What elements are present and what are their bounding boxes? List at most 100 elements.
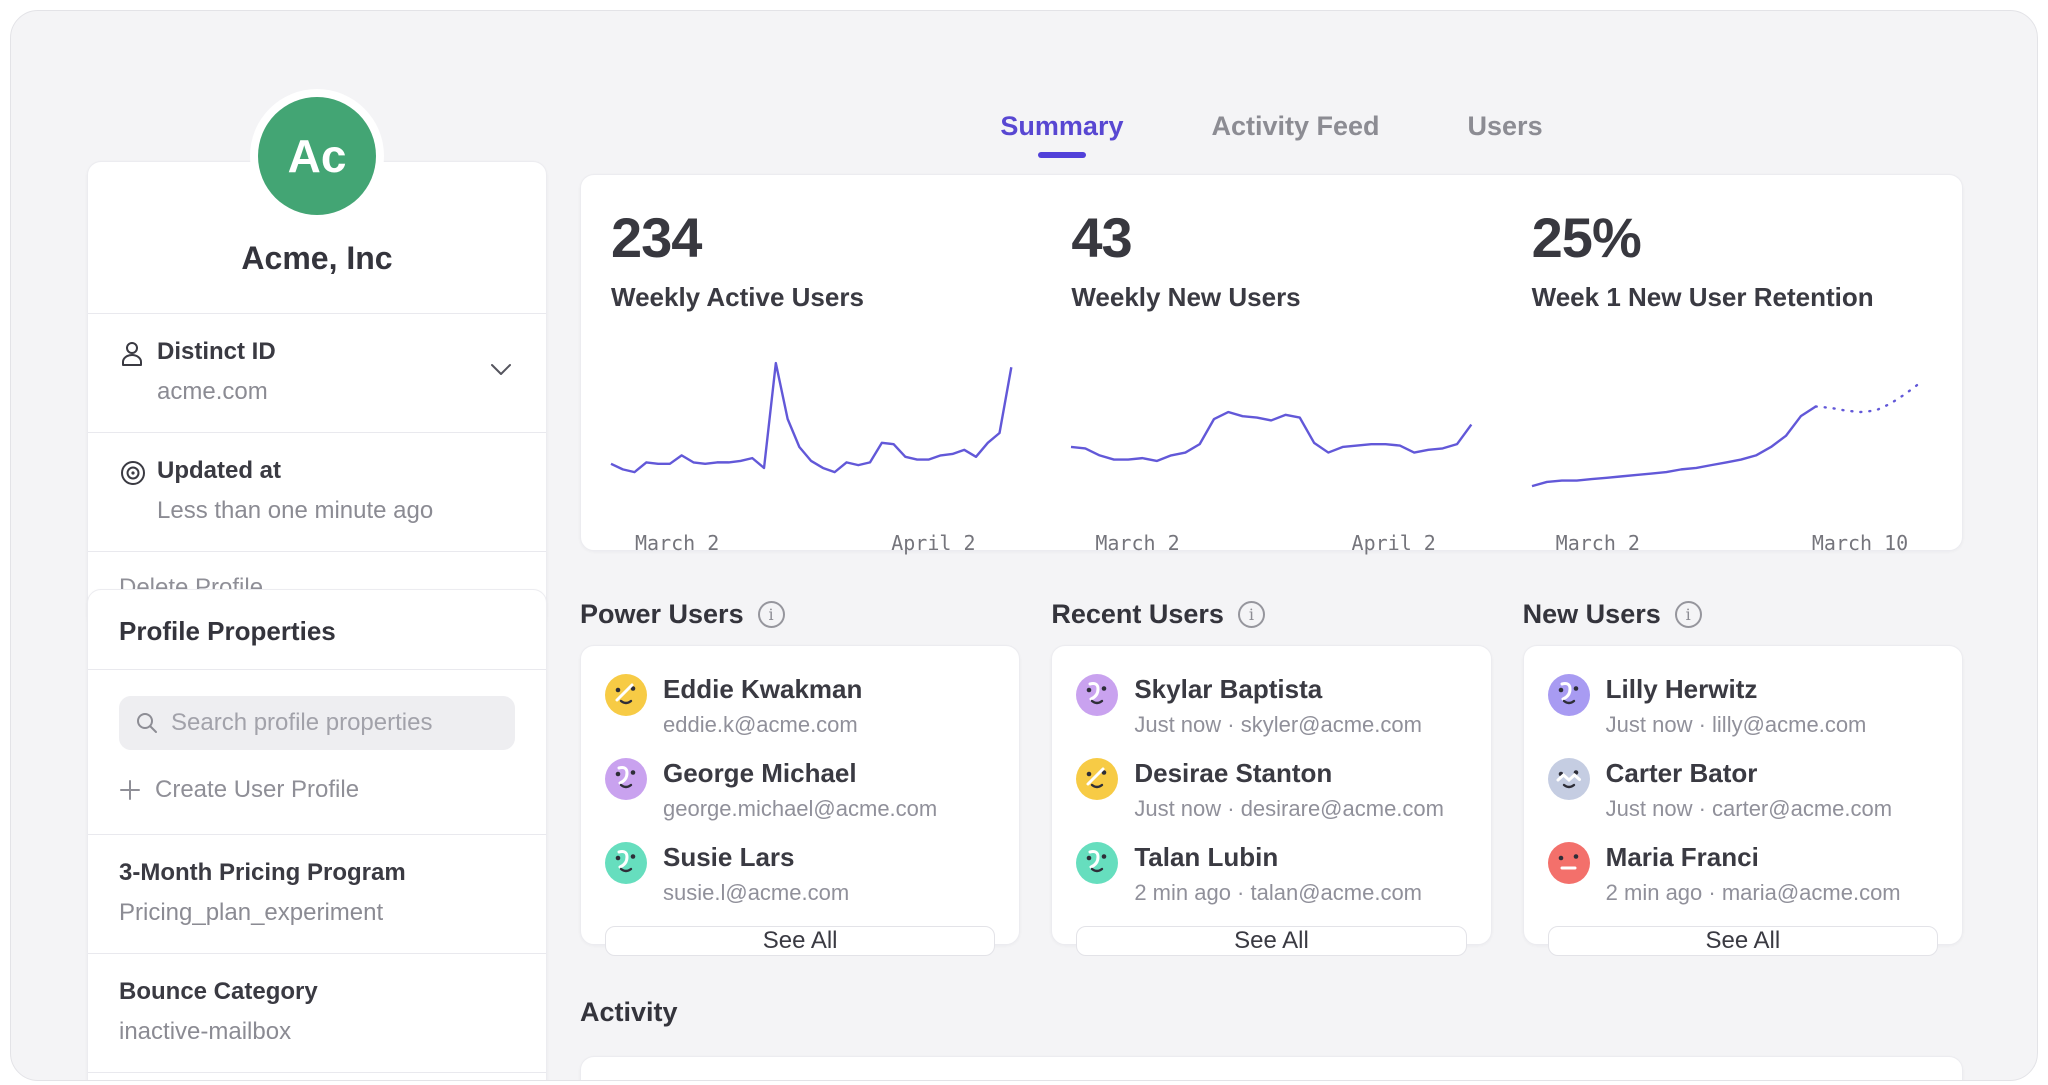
x-axis: March 2 April 2: [611, 531, 1011, 555]
user-name: Desirae Stanton: [1134, 758, 1444, 789]
info-icon[interactable]: i: [1238, 601, 1265, 628]
user-row[interactable]: Skylar Baptista Just now · skyler@acme.c…: [1076, 674, 1466, 738]
search-profile-properties[interactable]: [119, 696, 515, 750]
property-name: Bounce Category: [119, 978, 515, 1006]
user-avatar: [605, 674, 647, 716]
updated-at-label: Updated at: [157, 457, 518, 485]
x-axis: March 2 April 2: [1071, 531, 1471, 555]
distinct-id-row: Distinct ID acme.com: [88, 314, 546, 432]
search-icon: [135, 711, 159, 735]
distinct-id-value: acme.com: [157, 378, 484, 406]
tab-bar: Summary Activity Feed Users: [580, 111, 1963, 156]
stat-week1-retention: 25% Week 1 New User Retention March 2 Ma…: [1502, 175, 1962, 555]
user-row[interactable]: Lilly Herwitz Just now · lilly@acme.com: [1548, 674, 1938, 738]
info-icon[interactable]: i: [758, 601, 785, 628]
company-avatar-initials: Ac: [258, 97, 376, 215]
app-panel: Ac Acme, Inc Distinct ID acme.com: [10, 10, 2038, 1081]
create-user-profile-button[interactable]: Create User Profile: [119, 776, 515, 804]
line-chart: [1071, 357, 1471, 509]
user-avatar: [605, 758, 647, 800]
chevron-down-icon[interactable]: [484, 357, 518, 387]
user-avatar: [1076, 842, 1118, 884]
user-name: Susie Lars: [663, 842, 849, 873]
user-avatar: [1076, 758, 1118, 800]
user-row[interactable]: Maria Franci 2 min ago · maria@acme.com: [1548, 842, 1938, 906]
user-row[interactable]: Carter Bator Just now · carter@acme.com: [1548, 758, 1938, 822]
stat-label: Weekly New Users: [1071, 282, 1471, 313]
user-avatar: [1548, 758, 1590, 800]
tab-users[interactable]: Users: [1468, 111, 1543, 156]
x-axis: March 2 March 10: [1532, 531, 1932, 555]
user-subtext: Just now · lilly@acme.com: [1606, 712, 1867, 738]
profile-card: Acme, Inc Distinct ID acme.com: [87, 161, 547, 629]
stat-label: Weekly Active Users: [611, 282, 1011, 313]
user-name: George Michael: [663, 758, 937, 789]
main-content: Summary Activity Feed Users 234 Weekly A…: [580, 11, 1963, 1081]
activity-stat: 3.4k: [1532, 1073, 1932, 1081]
user-subtext: eddie.k@acme.com: [663, 712, 862, 738]
line-chart: [1532, 357, 1932, 509]
stat-value: 234: [611, 205, 1011, 270]
property-value: inactive-mailbox: [119, 1018, 515, 1046]
company-avatar: Ac: [250, 89, 384, 223]
distinct-id-label: Distinct ID: [157, 338, 484, 366]
user-subtext: 2 min ago · talan@acme.com: [1134, 880, 1422, 906]
user-subtext: 2 min ago · maria@acme.com: [1606, 880, 1901, 906]
updated-at-row: Updated at Less than one minute ago: [88, 433, 546, 551]
activity-section-title: Activity: [580, 997, 1963, 1028]
user-name: Maria Franci: [1606, 842, 1901, 873]
search-input[interactable]: [171, 709, 499, 737]
user-row[interactable]: Desirae Stanton Just now · desirare@acme…: [1076, 758, 1466, 822]
user-row[interactable]: Eddie Kwakman eddie.k@acme.com: [605, 674, 995, 738]
user-row[interactable]: Susie Lars susie.l@acme.com: [605, 842, 995, 906]
activity-card: 234 240 3.4k: [580, 1056, 1963, 1081]
x-tick: March 2: [1095, 531, 1179, 555]
user-subtext: Just now · carter@acme.com: [1606, 796, 1892, 822]
recent-users-card: Skylar Baptista Just now · skyler@acme.c…: [1051, 645, 1491, 945]
eye-icon: [119, 457, 157, 525]
property-row: 3-Month Pricing Program Pricing_plan_exp…: [88, 835, 546, 953]
user-name: Skylar Baptista: [1134, 674, 1422, 705]
user-avatar: [1548, 842, 1590, 884]
line-chart: [611, 357, 1011, 509]
user-name: Carter Bator: [1606, 758, 1892, 789]
x-tick: April 2: [1352, 531, 1436, 555]
info-icon[interactable]: i: [1675, 601, 1702, 628]
stat-value: 25%: [1532, 205, 1932, 270]
activity-stat: 240: [1071, 1073, 1471, 1081]
user-row[interactable]: Talan Lubin 2 min ago · talan@acme.com: [1076, 842, 1466, 906]
power-users-card: Eddie Kwakman eddie.k@acme.com George Mi…: [580, 645, 1020, 945]
tab-activity-feed[interactable]: Activity Feed: [1211, 111, 1379, 156]
user-subtext: Just now · desirare@acme.com: [1134, 796, 1444, 822]
user-avatar: [605, 842, 647, 884]
property-row: Bounce Category inactive-mailbox: [88, 954, 546, 1072]
stat-weekly-active-users: 234 Weekly Active Users March 2 April 2: [581, 175, 1041, 555]
stat-value: 43: [1071, 205, 1471, 270]
user-avatar: [1548, 674, 1590, 716]
activity-stat: 234: [611, 1073, 1011, 1081]
see-all-button[interactable]: See All: [1548, 926, 1938, 956]
user-name: Eddie Kwakman: [663, 674, 862, 705]
property-row: Browser Chrome: [88, 1073, 546, 1081]
see-all-button[interactable]: See All: [605, 926, 995, 956]
new-users-card: Lilly Herwitz Just now · lilly@acme.com …: [1523, 645, 1963, 945]
user-avatar: [1076, 674, 1118, 716]
updated-at-value: Less than one minute ago: [157, 497, 518, 525]
user-row[interactable]: George Michael george.michael@acme.com: [605, 758, 995, 822]
user-subtext: george.michael@acme.com: [663, 796, 937, 822]
user-subtext: susie.l@acme.com: [663, 880, 849, 906]
x-tick: March 2: [635, 531, 719, 555]
section-power-users: Power Users i Eddie Kwakman eddie.k@acme…: [580, 597, 1020, 945]
stat-weekly-new-users: 43 Weekly New Users March 2 April 2: [1041, 175, 1501, 555]
see-all-button[interactable]: See All: [1076, 926, 1466, 956]
section-title: New Users: [1523, 599, 1661, 630]
tab-summary[interactable]: Summary: [1000, 111, 1123, 156]
user-name: Talan Lubin: [1134, 842, 1422, 873]
section-title: Power Users: [580, 599, 744, 630]
x-tick: March 10: [1812, 531, 1908, 555]
create-user-profile-label: Create User Profile: [155, 776, 359, 804]
summary-stats-card: 234 Weekly Active Users March 2 April 2 …: [580, 174, 1963, 551]
x-tick: April 2: [891, 531, 975, 555]
stat-label: Week 1 New User Retention: [1532, 282, 1932, 313]
property-name: 3-Month Pricing Program: [119, 859, 515, 887]
